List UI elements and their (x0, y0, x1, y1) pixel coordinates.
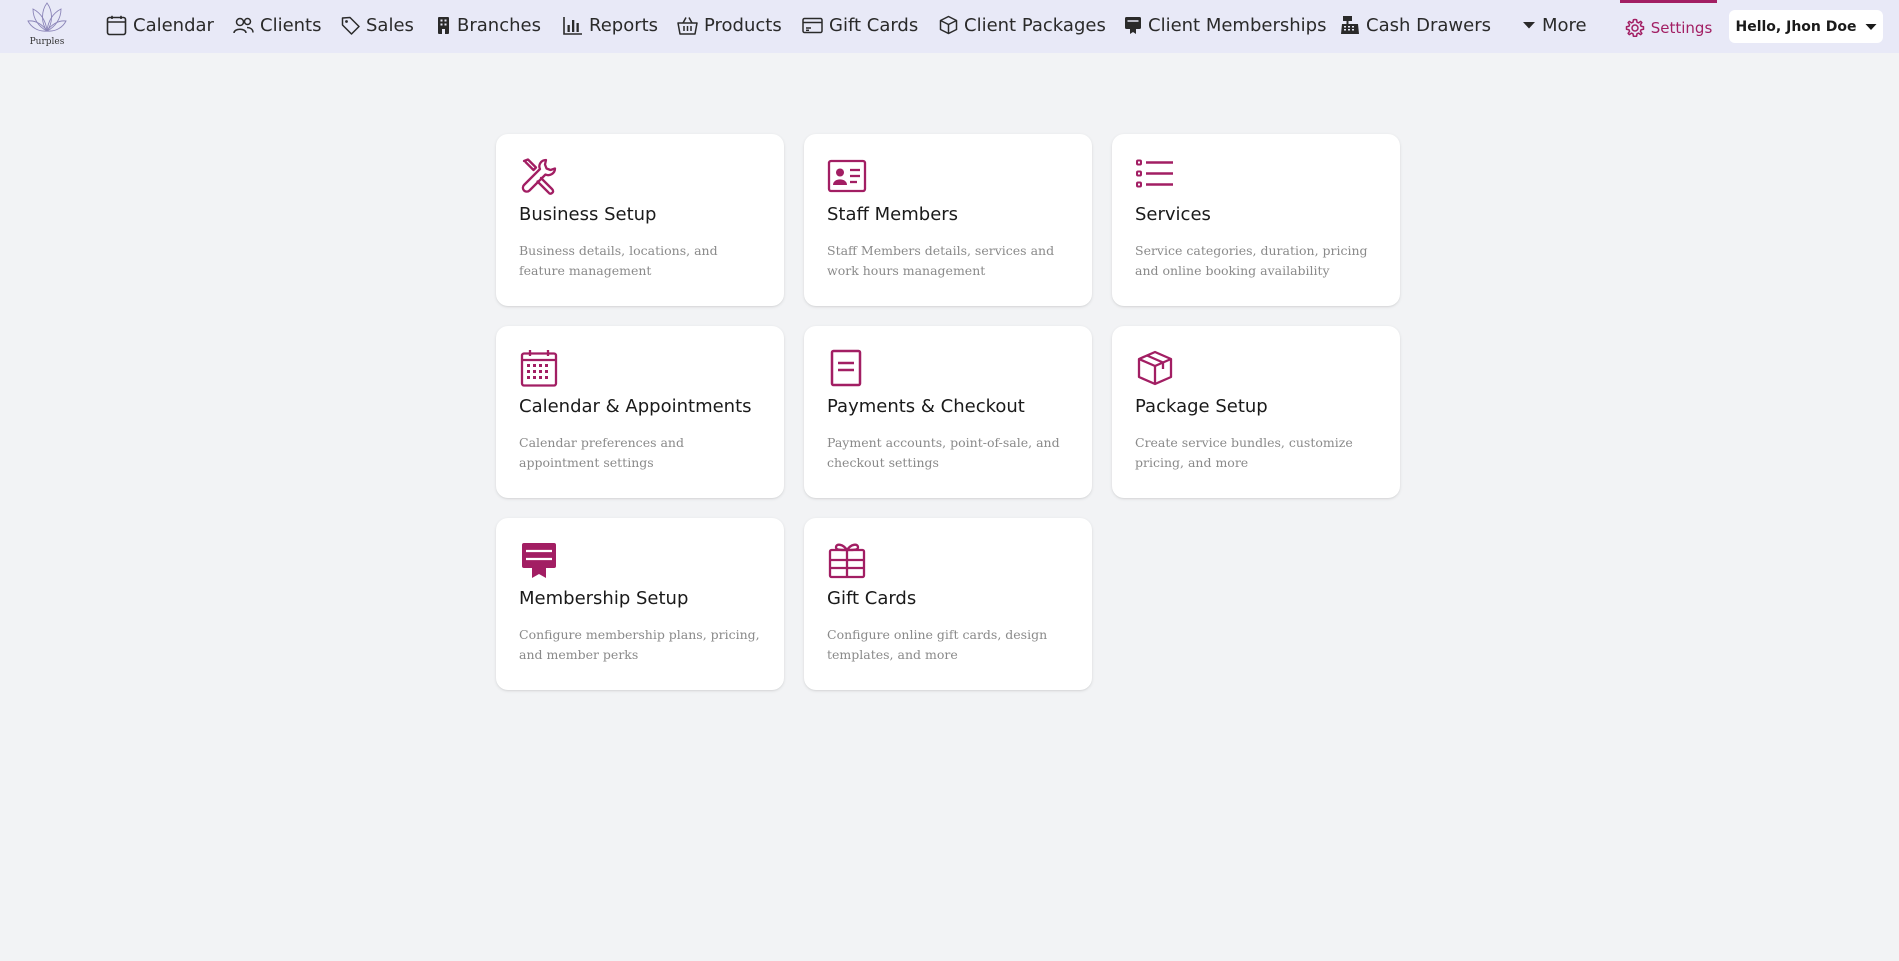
user-greeting: Hello, Jhon Doe (1735, 18, 1857, 35)
nav-reports-label: Reports (589, 14, 659, 36)
card-title: Staff Members (827, 204, 959, 225)
card-title: Membership Setup (519, 588, 689, 609)
card-calendar-appointments[interactable]: Calendar & Appointments Calendar prefere… (496, 326, 784, 498)
id-card-icon (827, 159, 867, 193)
nav-more-label: More (1542, 14, 1587, 36)
nav-cash-drawers-label: Cash Drawers (1366, 14, 1491, 36)
card-description: Create service bundles, customize pricin… (1135, 435, 1353, 470)
gift-icon (828, 543, 866, 579)
nav-client-packages-label: Client Packages (964, 14, 1106, 36)
nav-calendar[interactable]: Calendar (106, 0, 214, 50)
lotus-logo-icon (27, 2, 67, 32)
top-navigation-bar: Purples Calendar Clients Sales Branches … (0, 0, 1899, 53)
card-description: Payment accounts, point-of-sale, and che… (827, 435, 1060, 470)
bar-chart-icon (563, 16, 582, 35)
membership-card-icon (522, 543, 556, 578)
app-logo[interactable]: Purples (18, 0, 76, 53)
nav-sales[interactable]: Sales (341, 0, 414, 50)
nav-settings-label: Settings (1650, 19, 1713, 37)
building-icon (438, 16, 449, 34)
logo-text: Purples (29, 37, 65, 47)
nav-sales-label: Sales (366, 14, 414, 36)
card-description: Service categories, duration, pricing an… (1135, 243, 1368, 278)
gift-card-icon (802, 17, 823, 33)
nav-calendar-label: Calendar (133, 14, 214, 36)
membership-icon (1125, 16, 1141, 34)
box-icon (939, 15, 958, 35)
card-description: Calendar preferences and appointment set… (519, 435, 684, 470)
card-package-setup[interactable]: Package Setup Create service bundles, cu… (1112, 326, 1400, 498)
basket-icon (677, 16, 698, 35)
card-services[interactable]: Services Service categories, duration, p… (1112, 134, 1400, 306)
nav-cash-drawers[interactable]: Cash Drawers (1340, 0, 1491, 50)
card-title: Business Setup (519, 204, 657, 225)
tools-icon (521, 158, 557, 195)
card-business-setup[interactable]: Business Setup Business details, locatio… (496, 134, 784, 306)
nav-client-memberships-label: Client Memberships (1148, 14, 1327, 36)
users-icon (233, 17, 254, 33)
nav-branches[interactable]: Branches (436, 0, 541, 50)
card-staff-members[interactable]: Staff Members Staff Members details, ser… (804, 134, 1092, 306)
receipt-icon (830, 349, 862, 387)
caret-down-icon (1865, 23, 1876, 30)
nav-clients[interactable]: Clients (233, 0, 322, 50)
user-menu-button[interactable]: Hello, Jhon Doe (1729, 10, 1883, 43)
nav-branches-label: Branches (457, 14, 541, 36)
card-title: Gift Cards (827, 588, 917, 609)
card-membership-setup[interactable]: Membership Setup Configure membership pl… (496, 518, 784, 690)
tag-icon (341, 16, 360, 35)
card-title: Calendar & Appointments (519, 396, 752, 417)
nav-client-packages[interactable]: Client Packages (939, 0, 1106, 50)
nav-reports[interactable]: Reports (563, 0, 658, 50)
nav-gift-cards-label: Gift Cards (829, 14, 919, 36)
card-payments-checkout[interactable]: Payments & Checkout Payment accounts, po… (804, 326, 1092, 498)
list-icon (1136, 159, 1173, 188)
card-title: Package Setup (1135, 396, 1268, 417)
card-description: Configure membership plans, pricing, and… (519, 627, 760, 662)
card-title: Payments & Checkout (827, 396, 1025, 417)
calendar-grid-icon (520, 350, 558, 387)
card-description: Staff Members details, services and work… (827, 243, 1055, 278)
card-gift-cards[interactable]: Gift Cards Configure online gift cards, … (804, 518, 1092, 690)
nav-settings[interactable]: Settings (1620, 0, 1717, 53)
nav-clients-label: Clients (260, 14, 322, 36)
nav-products-label: Products (704, 14, 782, 36)
calendar-icon (106, 15, 127, 35)
card-description: Configure online gift cards, design temp… (827, 627, 1048, 662)
card-title: Services (1135, 204, 1211, 225)
card-description: Business details, locations, and feature… (519, 243, 718, 278)
nav-products[interactable]: Products (677, 0, 782, 50)
nav-client-memberships[interactable]: Client Memberships (1124, 0, 1326, 50)
package-icon (1137, 350, 1173, 386)
nav-more-dropdown[interactable]: More (1522, 0, 1587, 50)
cash-register-icon (1341, 16, 1359, 34)
caret-down-icon (1523, 22, 1535, 29)
gear-icon (1625, 18, 1644, 38)
nav-gift-cards[interactable]: Gift Cards (802, 0, 918, 50)
